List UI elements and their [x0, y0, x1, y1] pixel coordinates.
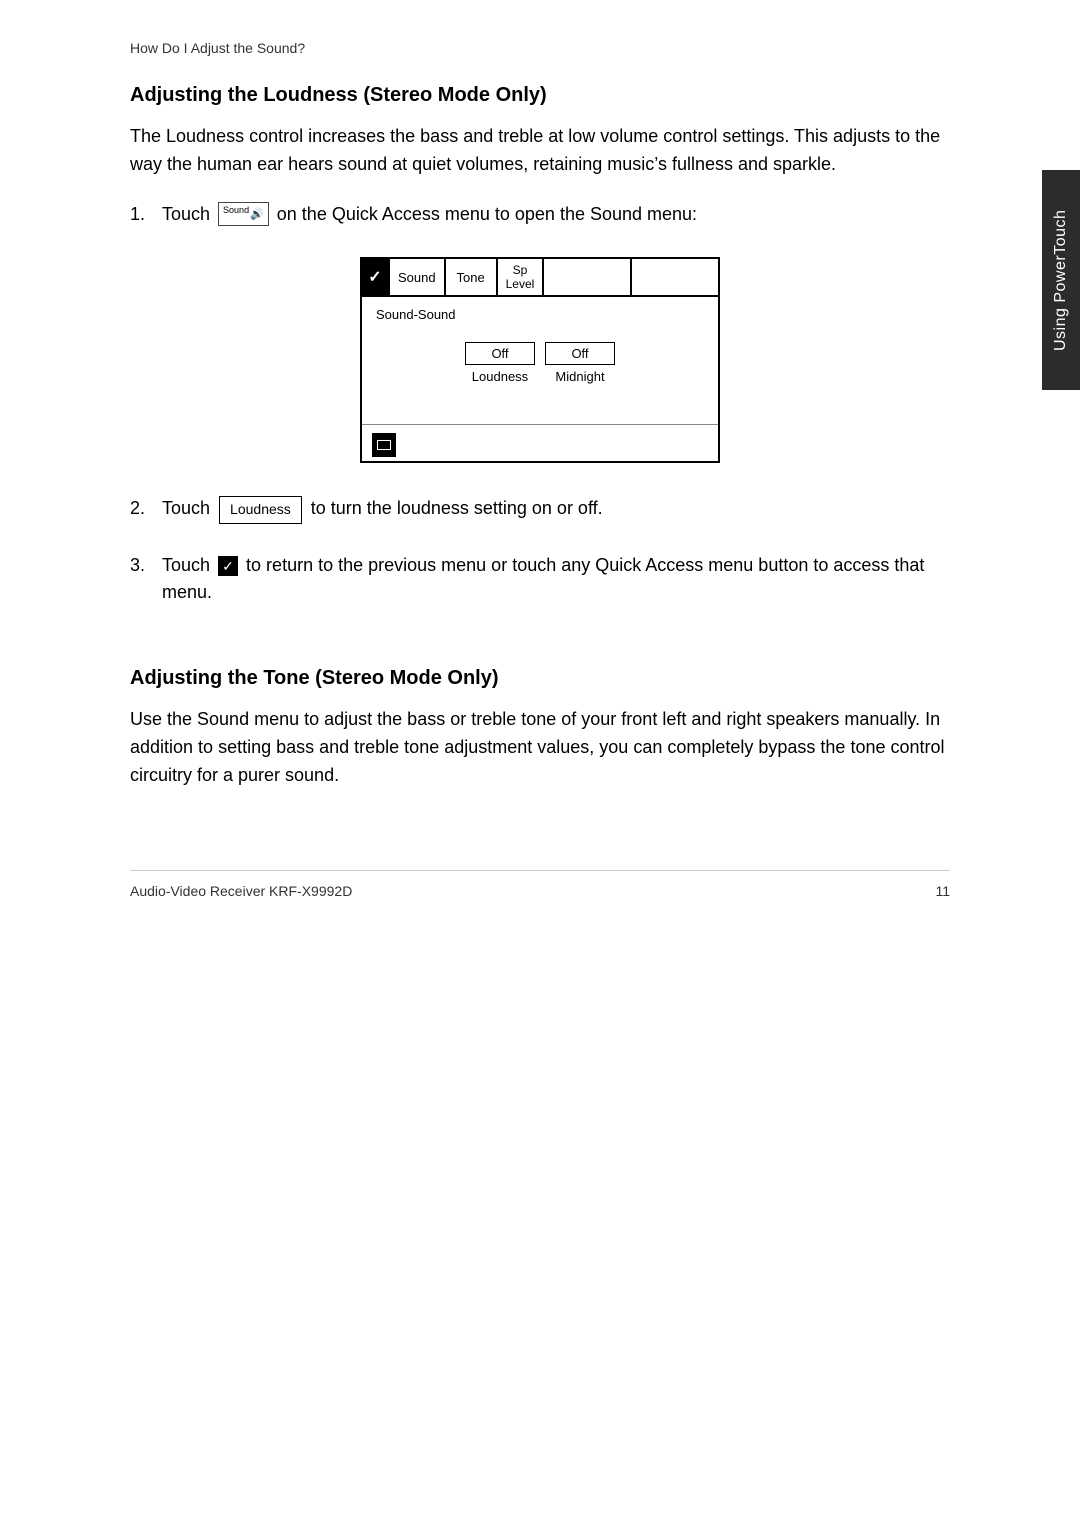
controls-row: Off Loudness Off Midnight: [376, 342, 704, 384]
step-3: 3. Touch ✓ to return to the previous men…: [130, 552, 950, 608]
breadcrumb: How Do I Adjust the Sound?: [130, 40, 950, 56]
footer-icon-inner: [377, 440, 391, 450]
footer-display-icon: [372, 433, 396, 457]
loudness-control: Off Loudness: [465, 342, 535, 384]
tab-sound: Sound: [390, 259, 446, 296]
tab-empty-1: [544, 259, 632, 296]
tab-tone: Tone: [446, 259, 498, 296]
sidebar-label: Using PowerTouch: [1042, 170, 1080, 390]
page-footer: Audio-Video Receiver KRF-X9992D 11: [130, 870, 950, 899]
loudness-label: Loudness: [465, 369, 535, 384]
sound-menu-tabs: ✓ Sound Tone SpLevel: [362, 259, 718, 298]
midnight-control: Off Midnight: [545, 342, 615, 384]
step-3-number: 3.: [130, 552, 162, 580]
step-1-number: 1.: [130, 201, 162, 229]
section2-body: Use the Sound menu to adjust the bass or…: [130, 706, 950, 790]
tab-empty-2: [632, 259, 718, 296]
sound-menu-icon: Sound🔊: [218, 202, 269, 226]
step-2-number: 2.: [130, 495, 162, 523]
loudness-off-btn: Off: [465, 342, 535, 365]
section1-body: The Loudness control increases the bass …: [130, 123, 950, 179]
step-1: 1. Touch Sound🔊 on the Quick Access menu…: [130, 201, 950, 229]
tab-sp-level: SpLevel: [498, 259, 545, 296]
step-1-content: Touch Sound🔊 on the Quick Access menu to…: [162, 201, 950, 229]
midnight-label: Midnight: [545, 369, 615, 384]
step-2-content: Touch Loudness to turn the loudness sett…: [162, 495, 950, 523]
loudness-inline-button: Loudness: [219, 496, 302, 524]
midnight-off-btn: Off: [545, 342, 615, 365]
step-2: 2. Touch Loudness to turn the loudness s…: [130, 495, 950, 523]
step-3-content: Touch ✓ to return to the previous menu o…: [162, 552, 950, 608]
checkmark-icon: ✓: [218, 556, 238, 576]
submenu-label: Sound-Sound: [376, 307, 704, 322]
footer-product-name: Audio-Video Receiver KRF-X9992D: [130, 883, 352, 899]
sound-menu-footer: [362, 424, 718, 461]
sound-menu-body: Sound-Sound Off Loudness Off Midnight: [362, 297, 718, 410]
tab-checkmark: ✓: [362, 259, 390, 296]
sound-menu-box: ✓ Sound Tone SpLevel Sound-Sound Off Lou…: [360, 257, 720, 464]
sound-menu-screenshot: ✓ Sound Tone SpLevel Sound-Sound Off Lou…: [130, 257, 950, 464]
footer-page-number: 11: [935, 883, 950, 899]
section2-heading: Adjusting the Tone (Stereo Mode Only): [130, 667, 950, 690]
section1-heading: Adjusting the Loudness (Stereo Mode Only…: [130, 84, 950, 107]
